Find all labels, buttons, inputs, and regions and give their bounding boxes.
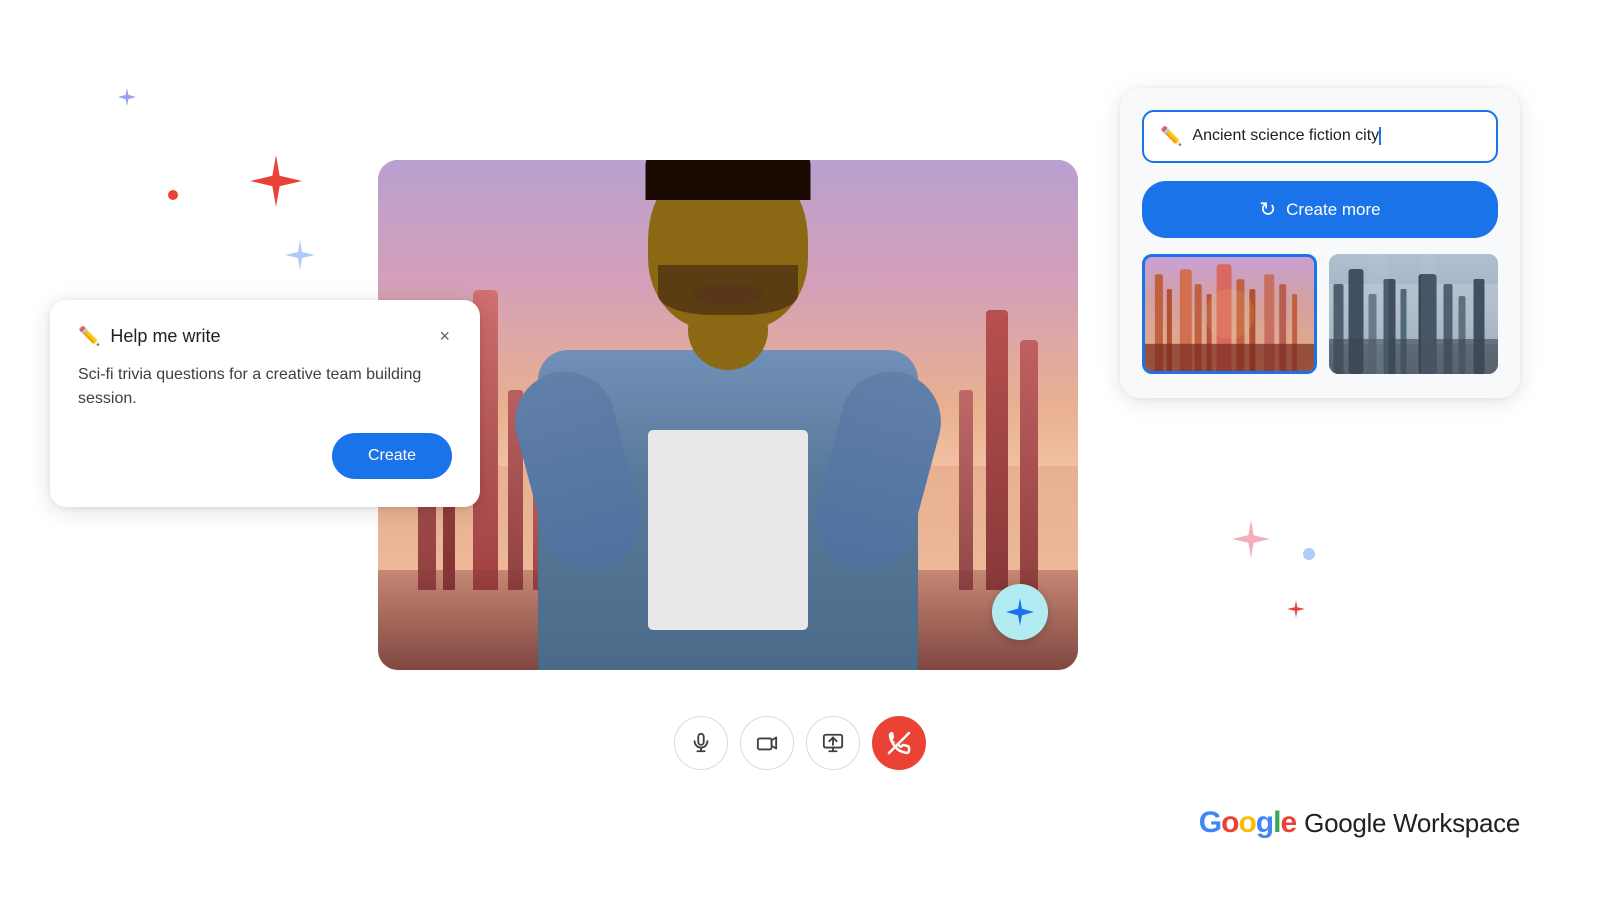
video-background xyxy=(378,160,1078,670)
image-gen-card: ✏️ Ancient science fiction city ↻ Create… xyxy=(1120,88,1520,398)
card-title-row: ✏️ Help me write xyxy=(78,326,220,347)
ai-sparkle-button[interactable] xyxy=(992,584,1048,640)
create-more-button[interactable]: ↻ Create more xyxy=(1142,181,1498,238)
end-call-button[interactable] xyxy=(872,716,926,770)
refresh-icon: ↻ xyxy=(1259,197,1276,222)
card-title: Help me write xyxy=(110,326,220,347)
text-cursor xyxy=(1379,127,1381,145)
card-header: ✏️ Help me write × xyxy=(78,324,452,349)
mic-button[interactable] xyxy=(674,716,728,770)
ai-sparkle-icon xyxy=(1006,598,1034,626)
prompt-text: Ancient science fiction city xyxy=(1192,127,1480,145)
sparkle-blue-top-left xyxy=(118,88,136,106)
generated-image-1[interactable] xyxy=(1142,254,1317,374)
sparkle-blue-medium xyxy=(285,240,315,270)
pencil-icon: ✏️ xyxy=(78,326,100,347)
video-call-container xyxy=(378,160,1078,670)
call-controls xyxy=(674,716,926,770)
help-me-write-card: ✏️ Help me write × Sci-fi trivia questio… xyxy=(50,300,480,507)
wand-icon: ✏️ xyxy=(1160,126,1182,147)
close-button[interactable]: × xyxy=(437,324,452,349)
generated-images-grid xyxy=(1142,254,1498,374)
workspace-text: Google Workspace xyxy=(1304,808,1520,839)
google-workspace-logo: Google Google Workspace xyxy=(1199,806,1520,840)
sparkle-pink-right xyxy=(1232,520,1270,558)
card-body-text: Sci-fi trivia questions for a creative t… xyxy=(78,363,452,411)
sparkle-red-large xyxy=(250,155,302,207)
sparkle-red-small-right xyxy=(1287,600,1305,618)
google-logo-text: Google xyxy=(1199,806,1296,840)
generated-image-2[interactable] xyxy=(1329,254,1498,374)
prompt-input-wrapper[interactable]: ✏️ Ancient science fiction city xyxy=(1142,110,1498,163)
camera-button[interactable] xyxy=(740,716,794,770)
create-button[interactable]: Create xyxy=(332,433,452,479)
sparkle-dot-red xyxy=(168,190,178,200)
sparkle-blue-dot-right xyxy=(1303,548,1315,560)
present-button[interactable] xyxy=(806,716,860,770)
